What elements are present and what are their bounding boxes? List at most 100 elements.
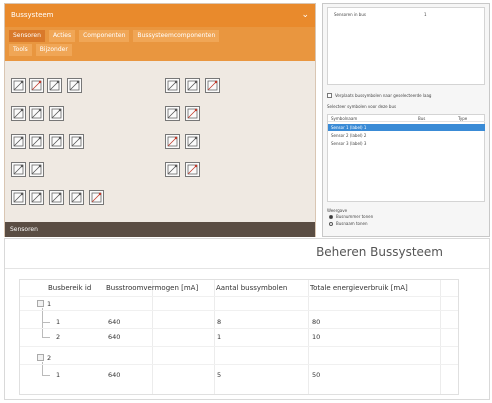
sensor-symbol-button[interactable]	[49, 190, 64, 205]
sensor-symbol-icon	[91, 192, 102, 203]
sensor-symbol-button[interactable]	[89, 190, 104, 205]
expand-collapse-icon[interactable]	[37, 354, 44, 361]
list-header-name[interactable]: Symbolnaam	[331, 116, 357, 121]
sensor-symbol-icon	[187, 164, 198, 175]
sensor-symbol-icon	[71, 192, 82, 203]
row-count: 1	[217, 333, 222, 341]
sensor-symbol-icon	[187, 80, 198, 91]
chevron-down-icon[interactable]: ⌄	[301, 4, 309, 27]
sensor-symbol-button[interactable]	[11, 78, 26, 93]
col-header-totale-energieverbruik[interactable]: Totale energieverbruik [mA]	[310, 284, 408, 292]
group-id[interactable]: 2	[47, 354, 51, 362]
sensor-symbol-button[interactable]	[29, 190, 44, 205]
tab-row-2: Tools Bijzonder	[5, 44, 315, 61]
row-id[interactable]: 2	[56, 333, 60, 341]
tab-tools[interactable]: Tools	[9, 44, 32, 56]
sensor-symbol-button[interactable]	[165, 134, 180, 149]
symbol-list-label-row: Selecteer symbolen voor deze bus	[327, 104, 487, 112]
row-total: 50	[312, 371, 321, 379]
sensor-symbol-button[interactable]	[165, 106, 180, 121]
sensor-symbol-button[interactable]	[165, 78, 180, 93]
sensor-symbol-button[interactable]	[29, 134, 44, 149]
panel-titlebar[interactable]: Bussysteem ⌄	[5, 4, 315, 27]
sensor-symbol-icon	[13, 108, 24, 119]
sensor-symbol-icon	[51, 108, 62, 119]
sensor-symbol-button[interactable]	[185, 106, 200, 121]
sensor-symbol-icon	[13, 80, 24, 91]
sensor-symbol-icon	[31, 136, 42, 147]
col-header-busbereik-id[interactable]: Busbereik id	[48, 284, 91, 292]
move-symbols-checkbox[interactable]	[327, 93, 332, 98]
page-title: Beheren Bussysteem	[316, 245, 443, 259]
symbol-list-label: Selecteer symbolen voor deze bus	[327, 104, 397, 109]
list-header-bus[interactable]: Bus	[418, 116, 425, 121]
sensor-symbol-button[interactable]	[185, 162, 200, 177]
sensor-symbol-button[interactable]	[29, 106, 44, 121]
tree-item-label[interactable]: Sensoren in bus	[334, 12, 366, 17]
sensor-symbol-button[interactable]	[29, 162, 44, 177]
sensor-symbol-icon	[51, 136, 62, 147]
sensor-symbol-button[interactable]	[185, 78, 200, 93]
tree-item-value: 1	[424, 12, 427, 17]
row-id[interactable]: 1	[56, 371, 60, 379]
bus-management-window: Beheren Bussysteem Busbereik id Busstroo…	[4, 238, 490, 400]
expand-collapse-icon[interactable]	[37, 300, 44, 307]
sensor-symbol-icon	[207, 80, 218, 91]
symbol-panel: Bussysteem ⌄ Sensoren Acties Componenten…	[4, 3, 316, 237]
bus-table: Busbereik id Busstroomvermogen [mA] Aant…	[19, 279, 459, 395]
col-header-busstroomvermogen[interactable]: Busstroomvermogen [mA]	[106, 284, 198, 292]
sensor-symbol-icon	[13, 136, 24, 147]
list-item[interactable]: Sensor 2 (label) 2	[328, 132, 485, 139]
col-header-aantal-bussymbolen[interactable]: Aantal bussymbolen	[216, 284, 287, 292]
row-capacity: 640	[108, 371, 121, 379]
sensor-symbol-button[interactable]	[185, 134, 200, 149]
tab-sensoren[interactable]: Sensoren	[9, 30, 45, 42]
row-count: 8	[217, 318, 222, 326]
radio-busnummer[interactable]	[329, 215, 333, 219]
row-id[interactable]: 1	[56, 318, 60, 326]
sensor-symbol-button[interactable]	[69, 134, 84, 149]
list-item[interactable]: Sensor 3 (label) 3	[328, 140, 485, 147]
sensor-symbol-button[interactable]	[67, 78, 82, 93]
sensor-symbol-icon	[31, 164, 42, 175]
tab-acties[interactable]: Acties	[48, 30, 76, 42]
symbol-list[interactable]: Symbolnaam Bus Type Sensor 1 (label) 1 S…	[327, 114, 485, 202]
sensor-symbol-button[interactable]	[47, 78, 62, 93]
panel-title: Bussysteem	[11, 11, 54, 19]
radio-group-title: Weergave	[327, 208, 348, 213]
sensor-symbol-icon	[167, 136, 178, 147]
sensor-symbol-button[interactable]	[11, 162, 26, 177]
move-symbols-label: Verplaats bussymbolen naar geselecteerde…	[335, 93, 432, 98]
sensor-symbol-button[interactable]	[29, 78, 44, 93]
sensor-symbol-button[interactable]	[11, 134, 26, 149]
symbol-grid	[5, 64, 315, 222]
sensor-symbol-icon	[31, 80, 42, 91]
radio-busnummer-label: Busnummer tonen	[336, 214, 374, 219]
tab-bussysteemcomponenten[interactable]: Bussysteemcomponenten	[133, 30, 220, 42]
sensor-symbol-icon	[49, 80, 60, 91]
sensor-symbol-button[interactable]	[69, 190, 84, 205]
list-item-label: Sensor 3 (label) 3	[331, 141, 367, 146]
sensor-symbol-button[interactable]	[49, 134, 64, 149]
list-item[interactable]: Sensor 1 (label) 1	[328, 124, 485, 131]
group-id[interactable]: 1	[47, 300, 51, 308]
list-header-type[interactable]: Type	[458, 116, 467, 121]
display-radio-group: Weergave Busnummer tonen Busnaam tonen	[327, 208, 487, 232]
sensor-symbol-icon	[187, 136, 198, 147]
sensor-symbol-icon	[187, 108, 198, 119]
list-item-label: Sensor 2 (label) 2	[331, 133, 367, 138]
sensor-symbol-button[interactable]	[49, 106, 64, 121]
sensor-symbol-button[interactable]	[205, 78, 220, 93]
move-symbols-checkbox-row[interactable]: Verplaats bussymbolen naar geselecteerde…	[327, 92, 487, 100]
row-total: 10	[312, 333, 321, 341]
sensor-symbol-button[interactable]	[11, 106, 26, 121]
sensor-symbol-button[interactable]	[165, 162, 180, 177]
tab-componenten[interactable]: Componenten	[79, 30, 130, 42]
bus-assignment-window: Sensoren in bus 1 Verplaats bussymbolen …	[322, 3, 490, 237]
bus-tree: Sensoren in bus 1	[327, 7, 485, 85]
sensor-symbol-icon	[167, 164, 178, 175]
sensor-symbol-button[interactable]	[11, 190, 26, 205]
radio-busnaam[interactable]	[329, 222, 333, 226]
sensor-symbol-icon	[13, 192, 24, 203]
tab-bijzonder[interactable]: Bijzonder	[35, 44, 72, 56]
